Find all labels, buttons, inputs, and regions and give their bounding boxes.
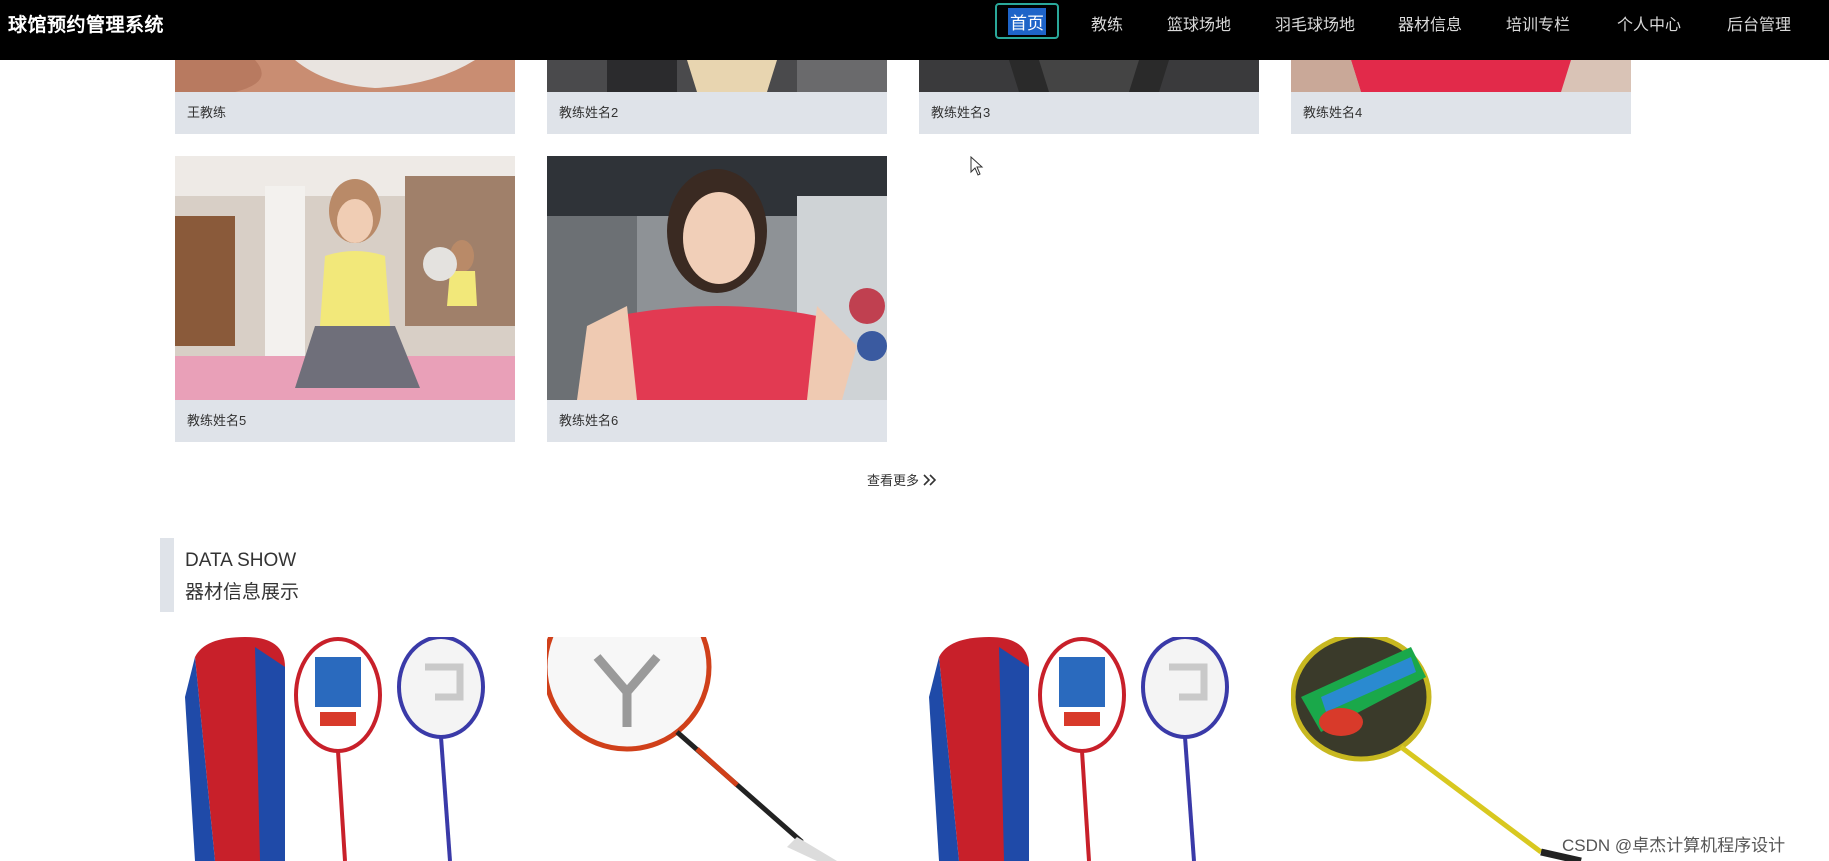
nav-training[interactable]: 培训专栏: [1506, 11, 1570, 35]
view-more-link[interactable]: 查看更多: [867, 470, 937, 489]
coach-name-1: 王教练: [175, 92, 515, 134]
double-chevron-right-icon: [923, 474, 936, 486]
coach-card-6[interactable]: 教练姓名6: [547, 156, 887, 442]
equipment-photo-2: [547, 637, 887, 861]
equipment-card-3[interactable]: [919, 637, 1259, 861]
coach-card-5[interactable]: 教练姓名5: [175, 156, 515, 442]
section-accent-bar: [160, 538, 174, 612]
equipment-photo-1: [175, 637, 515, 861]
nav-home[interactable]: 首页: [995, 3, 1059, 39]
coach-card-4[interactable]: 教练姓名4: [1291, 60, 1631, 134]
coach-name-4: 教练姓名4: [1291, 92, 1631, 134]
coach-photo-2: [547, 60, 887, 92]
coach-name-2: 教练姓名2: [547, 92, 887, 134]
section-title-cn: 器材信息展示: [185, 582, 300, 603]
nav-admin[interactable]: 后台管理: [1727, 11, 1791, 35]
coach-photo-5: [175, 156, 515, 400]
site-title: 球馆预约管理系统: [8, 15, 165, 36]
coach-card-2[interactable]: 教练姓名2: [547, 60, 887, 134]
nav-badminton-court[interactable]: 羽毛球场地: [1275, 11, 1355, 35]
coach-card-1[interactable]: 王教练: [175, 60, 515, 134]
nav-coach[interactable]: 教练: [1091, 11, 1123, 35]
coach-photo-1: [175, 60, 515, 92]
view-more-label: 查看更多: [867, 473, 920, 488]
equipment-photo-4: [1291, 637, 1631, 861]
watermark: CSDN @卓杰计算机程序设计: [1562, 836, 1786, 855]
top-navbar: 球馆预约管理系统 首页 教练 篮球场地 羽毛球场地 器材信息 培训专栏 个人中心…: [0, 0, 1829, 60]
coach-photo-4: [1291, 60, 1631, 92]
coach-card-3[interactable]: 教练姓名3: [919, 60, 1259, 134]
page: 球馆预约管理系统 首页 教练 篮球场地 羽毛球场地 器材信息 培训专栏 个人中心…: [0, 0, 1829, 861]
equipment-card-2[interactable]: [547, 637, 887, 861]
coach-photo-6: [547, 156, 887, 400]
equipment-card-1[interactable]: [175, 637, 515, 861]
nav-equipment[interactable]: 器材信息: [1398, 11, 1462, 35]
coach-name-6: 教练姓名6: [547, 400, 887, 442]
coach-name-5: 教练姓名5: [175, 400, 515, 442]
equipment-card-4[interactable]: [1291, 637, 1631, 861]
section-title-en: DATA SHOW: [185, 550, 297, 571]
coach-photo-3: [919, 60, 1259, 92]
equipment-photo-3: [919, 637, 1259, 861]
mouse-cursor-icon: [970, 156, 984, 176]
nav-personal-center[interactable]: 个人中心: [1617, 11, 1681, 35]
coach-name-3: 教练姓名3: [919, 92, 1259, 134]
nav-home-label: 首页: [1008, 7, 1046, 35]
nav-basketball-court[interactable]: 篮球场地: [1167, 11, 1231, 35]
